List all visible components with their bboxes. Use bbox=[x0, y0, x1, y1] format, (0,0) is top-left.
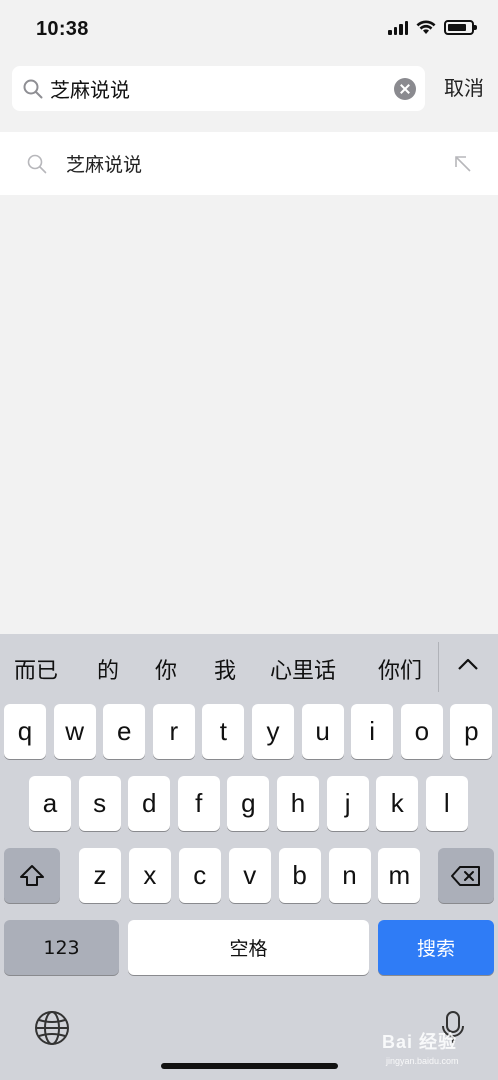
key-h[interactable]: h bbox=[277, 776, 319, 831]
key-d[interactable]: d bbox=[128, 776, 171, 831]
search-key[interactable]: 搜索 bbox=[378, 920, 494, 975]
watermark-url: jingyan.baidu.com bbox=[386, 1056, 459, 1066]
key-m[interactable]: m bbox=[378, 848, 421, 903]
key-i[interactable]: i bbox=[351, 704, 394, 759]
candidate-word[interactable]: 我 bbox=[214, 653, 236, 685]
key-s[interactable]: s bbox=[78, 776, 121, 831]
key-a[interactable]: a bbox=[29, 776, 71, 831]
status-icons bbox=[388, 20, 477, 35]
delete-key[interactable] bbox=[438, 848, 494, 903]
watermark-logo: Bai 经验 bbox=[382, 1032, 458, 1052]
search-input[interactable] bbox=[50, 68, 394, 109]
status-time: 10:38 bbox=[36, 18, 89, 40]
candidate-word[interactable]: 心里话 bbox=[270, 653, 336, 685]
backspace-icon bbox=[451, 865, 480, 886]
key-f[interactable]: f bbox=[177, 776, 220, 831]
key-x[interactable]: x bbox=[128, 848, 171, 903]
key-u[interactable]: u bbox=[301, 704, 344, 759]
key-o[interactable]: o bbox=[400, 704, 443, 759]
candidate-word[interactable]: 你 bbox=[155, 653, 177, 685]
chevron-up-icon[interactable] bbox=[457, 656, 479, 672]
shift-key[interactable] bbox=[4, 848, 60, 903]
numbers-key[interactable]: 123 bbox=[4, 920, 119, 975]
space-key[interactable]: 空格 bbox=[128, 920, 369, 975]
key-v[interactable]: v bbox=[228, 848, 271, 903]
key-g[interactable]: g bbox=[227, 776, 270, 831]
cancel-button[interactable]: 取消 bbox=[436, 74, 492, 102]
key-k[interactable]: k bbox=[376, 776, 419, 831]
key-j[interactable]: j bbox=[326, 776, 369, 831]
key-l[interactable]: l bbox=[425, 776, 468, 831]
key-z[interactable]: z bbox=[79, 848, 121, 903]
key-q[interactable]: q bbox=[4, 704, 46, 759]
shift-icon bbox=[20, 864, 44, 886]
home-indicator[interactable] bbox=[161, 1063, 338, 1069]
key-w[interactable]: w bbox=[53, 704, 96, 759]
key-r[interactable]: r bbox=[152, 704, 195, 759]
candidate-word[interactable]: 你们 bbox=[378, 653, 422, 685]
search-bar[interactable] bbox=[12, 66, 425, 111]
key-y[interactable]: y bbox=[252, 704, 294, 759]
wifi-icon bbox=[416, 20, 436, 34]
clear-icon[interactable] bbox=[394, 77, 416, 100]
status-bar: 10:38 bbox=[0, 0, 498, 60]
globe-icon[interactable] bbox=[34, 1010, 70, 1046]
key-c[interactable]: c bbox=[178, 848, 221, 903]
battery-icon bbox=[444, 20, 477, 35]
cellular-signal-icon bbox=[388, 20, 408, 35]
key-n[interactable]: n bbox=[328, 848, 371, 903]
key-e[interactable]: e bbox=[103, 704, 146, 759]
candidate-bar: 而已 的 你 我 心里话 你们 bbox=[0, 634, 498, 698]
suggestion-row[interactable]: 芝麻说说 bbox=[0, 132, 498, 195]
search-icon bbox=[23, 79, 43, 98]
suggestion-text: 芝麻说说 bbox=[66, 154, 143, 176]
candidate-word[interactable]: 而已 bbox=[14, 653, 58, 685]
candidate-word[interactable]: 的 bbox=[97, 653, 119, 685]
search-icon bbox=[27, 154, 47, 173]
key-p[interactable]: p bbox=[450, 704, 493, 759]
key-t[interactable]: t bbox=[202, 704, 245, 759]
candidate-divider bbox=[438, 642, 439, 692]
key-b[interactable]: b bbox=[278, 848, 321, 903]
fill-query-arrow-icon[interactable] bbox=[453, 154, 473, 174]
